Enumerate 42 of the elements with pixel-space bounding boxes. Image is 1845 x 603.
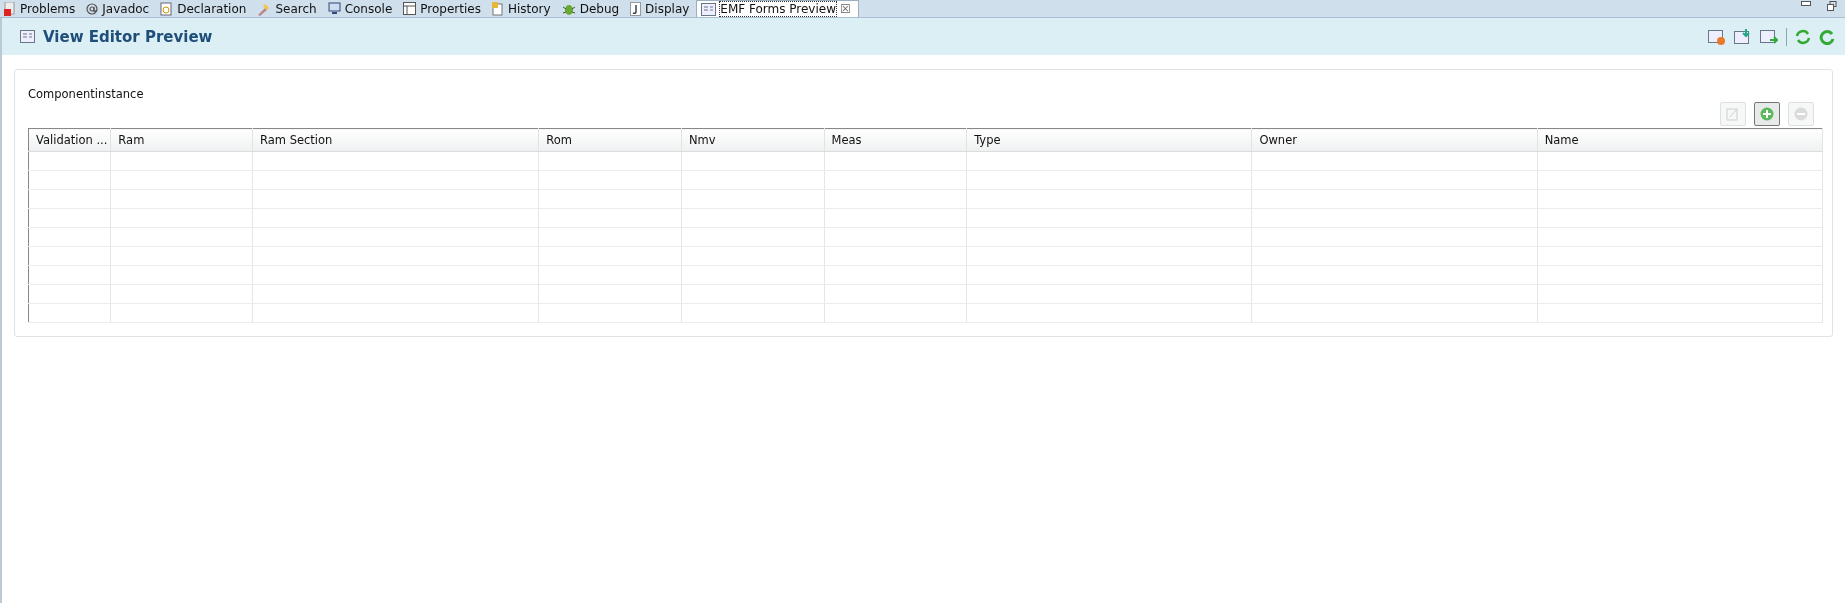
view-tab[interactable]: Debug bbox=[557, 0, 627, 17]
java-icon bbox=[630, 1, 642, 16]
form-delete-icon[interactable] bbox=[1708, 28, 1726, 45]
view-tab[interactable]: Display bbox=[626, 0, 697, 17]
close-icon[interactable]: ☒ bbox=[840, 2, 851, 16]
column-header[interactable]: Ram bbox=[110, 128, 253, 152]
view-tab[interactable]: Javadoc bbox=[82, 0, 157, 17]
reload-icon[interactable] bbox=[1819, 28, 1835, 45]
column-header[interactable]: Rom bbox=[538, 128, 682, 152]
table-icon bbox=[403, 2, 417, 15]
document-icon bbox=[160, 1, 174, 16]
section-title: Componentinstance bbox=[28, 87, 144, 101]
form-icon bbox=[701, 2, 717, 16]
view-tab[interactable]: Problems bbox=[0, 0, 83, 17]
form-export-icon[interactable] bbox=[1760, 28, 1778, 45]
error-document-icon bbox=[4, 1, 16, 16]
history-icon bbox=[491, 1, 504, 16]
view-tab[interactable]: Declaration bbox=[156, 0, 254, 17]
column-header[interactable]: Nmv bbox=[681, 128, 824, 152]
remove-icon bbox=[1794, 107, 1808, 121]
form-import-icon[interactable] bbox=[1734, 28, 1752, 45]
add-button[interactable] bbox=[1754, 102, 1780, 126]
view-tab[interactable]: Properties bbox=[399, 0, 488, 17]
add-icon bbox=[1760, 107, 1774, 121]
edit-icon bbox=[1726, 107, 1740, 121]
at-sign-icon bbox=[86, 2, 99, 15]
view-tab[interactable]: History bbox=[487, 0, 558, 17]
restore-icon[interactable] bbox=[1827, 1, 1837, 11]
flashlight-icon bbox=[257, 1, 272, 16]
column-header[interactable]: Validation ... bbox=[28, 128, 111, 152]
minimize-icon[interactable] bbox=[1801, 1, 1811, 7]
view-tab[interactable]: EMF Forms Preview ☒ bbox=[696, 0, 859, 17]
column-header[interactable]: Type bbox=[966, 128, 1252, 152]
view-tab[interactable]: Search bbox=[253, 0, 324, 17]
column-header[interactable]: Ram Section bbox=[252, 128, 539, 152]
column-header[interactable]: Meas bbox=[824, 128, 967, 152]
refresh-icon[interactable] bbox=[1795, 28, 1811, 45]
column-header[interactable]: Owner bbox=[1251, 128, 1538, 152]
form-icon bbox=[20, 30, 35, 43]
view-tab[interactable]: Console bbox=[323, 0, 400, 17]
column-header[interactable]: Name bbox=[1537, 128, 1823, 152]
view-title: View Editor Preview bbox=[43, 27, 213, 46]
